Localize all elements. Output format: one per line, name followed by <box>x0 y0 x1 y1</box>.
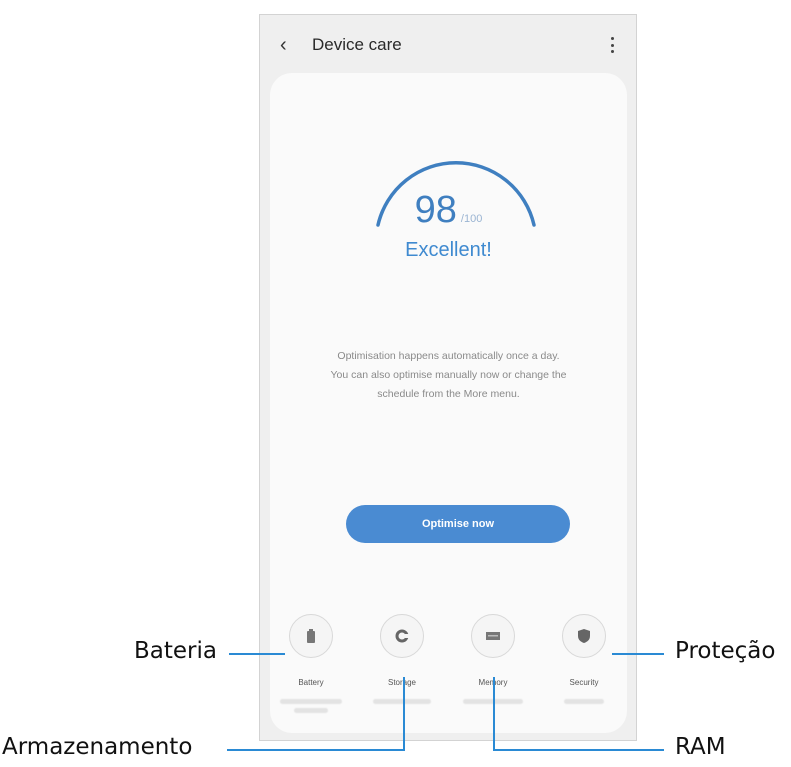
tool-battery[interactable]: Battery <box>280 614 342 717</box>
phone-screen: ‹ Device care 98/100 Excellent! Optimisa… <box>259 14 637 741</box>
optimise-now-button[interactable]: Optimise now <box>346 505 570 543</box>
description-line: schedule from the More menu. <box>377 388 520 400</box>
callout-security: Proteção <box>675 638 776 664</box>
more-options-icon[interactable] <box>610 37 614 53</box>
shield-icon <box>578 629 590 643</box>
tool-status-placeholder <box>366 699 438 704</box>
callout-line-storage-v <box>403 677 405 750</box>
app-bar: ‹ Device care <box>260 15 636 81</box>
device-care-card: 98/100 Excellent! Optimisation happens a… <box>270 73 627 733</box>
score-readout: 98/100 <box>270 189 627 232</box>
callout-storage: Armazenamento <box>2 734 193 760</box>
callout-line-security <box>612 653 664 655</box>
tool-security[interactable]: Security <box>559 614 609 708</box>
description-line: You can also optimise manually now or ch… <box>330 369 567 381</box>
description-line: Optimisation happens automatically once … <box>337 350 560 362</box>
memory-icon <box>486 632 500 640</box>
callout-memory: RAM <box>675 734 726 760</box>
score-max: /100 <box>460 213 483 225</box>
callout-battery: Bateria <box>134 638 217 664</box>
callout-line-battery <box>229 653 285 655</box>
battery-button[interactable] <box>289 614 333 658</box>
security-button[interactable] <box>562 614 606 658</box>
back-arrow-icon[interactable]: ‹ <box>280 35 296 55</box>
tool-label: Storage <box>387 678 417 687</box>
callout-line-storage-h <box>227 749 405 751</box>
optimisation-description: Optimisation happens automatically once … <box>300 347 597 404</box>
tool-status-placeholder <box>275 699 347 713</box>
battery-icon <box>307 629 315 643</box>
page-title: Device care <box>312 35 402 54</box>
tool-label: Battery <box>298 678 324 687</box>
tool-storage[interactable]: Storage <box>373 614 431 708</box>
tool-label: Security <box>569 678 599 687</box>
tool-status-placeholder <box>548 699 620 704</box>
memory-button[interactable] <box>471 614 515 658</box>
score-status: Excellent! <box>405 239 492 261</box>
callout-line-memory-v <box>493 677 495 750</box>
storage-button[interactable] <box>380 614 424 658</box>
callout-line-memory-h <box>493 749 664 751</box>
storage-icon <box>395 629 409 643</box>
score-value: 98 <box>414 189 457 231</box>
